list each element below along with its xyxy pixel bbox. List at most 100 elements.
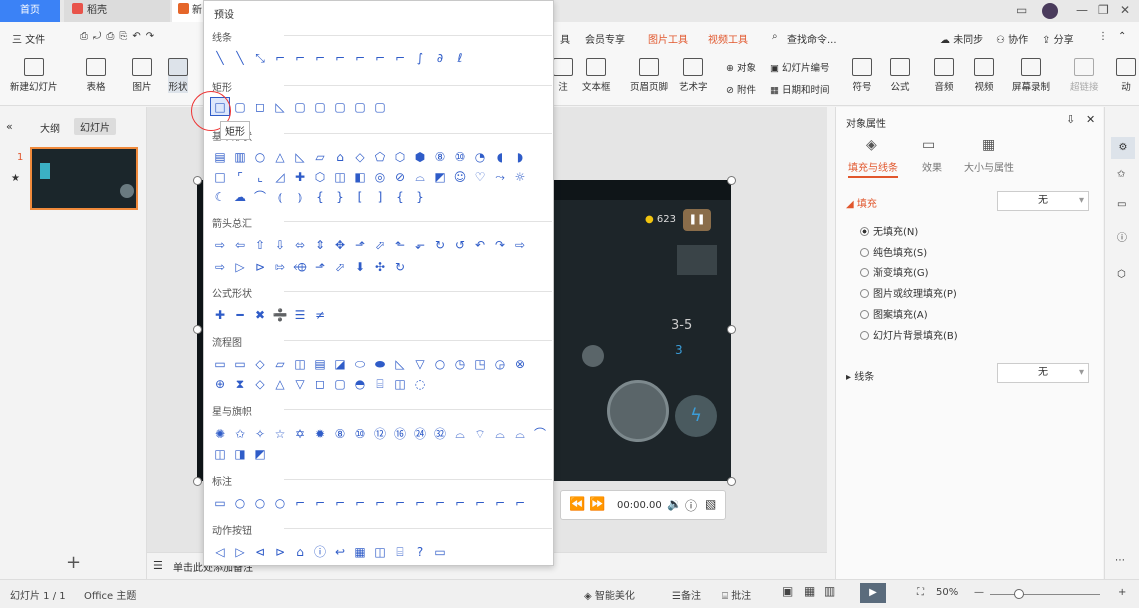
shape-option[interactable]: ▱ (270, 354, 290, 373)
shape-option[interactable]: ⌐ (350, 493, 370, 512)
screen-record-button[interactable]: 屏幕录制 (1012, 58, 1050, 93)
line-section[interactable]: ▸ 线条 (846, 368, 874, 383)
theme-name[interactable]: Office 主题 (84, 587, 136, 602)
shape-option[interactable]: ☆ (270, 424, 290, 443)
rewind-icon[interactable]: ⏪ (569, 497, 585, 512)
shape-option[interactable]: ⌐ (510, 493, 530, 512)
shape-option[interactable]: ╲ (230, 48, 250, 67)
shape-option[interactable]: ☰ (290, 305, 310, 324)
shape-option[interactable]: ◫ (370, 542, 390, 561)
shape-option[interactable]: ↩ (330, 542, 350, 561)
shape-option[interactable]: ◩ (430, 167, 450, 186)
shape-option[interactable]: ⇕ (310, 235, 330, 254)
shape-option[interactable]: } (410, 187, 430, 206)
shape-option[interactable]: ⌐ (370, 493, 390, 512)
shape-option[interactable]: △ (270, 147, 290, 166)
tab-fill-line[interactable]: 填充与线条 (848, 159, 898, 178)
shape-option[interactable]: ♡ (470, 167, 490, 186)
restore-icon[interactable]: ❐ (1098, 3, 1109, 17)
share-button[interactable]: ⇪ 分享 (1042, 31, 1074, 46)
shape-option[interactable]: ▷ (230, 542, 250, 561)
shape-option[interactable]: ⌐ (370, 48, 390, 67)
shape-option[interactable]: ◷ (450, 354, 470, 373)
shape-option[interactable]: ⑫ (370, 424, 390, 443)
attach-button[interactable]: ⊘ 附件 (726, 82, 756, 96)
shape-option[interactable]: ◇ (250, 374, 270, 393)
shape-button[interactable]: 形状 (168, 58, 188, 93)
radio-no-fill[interactable]: 无填充(N) (860, 223, 918, 238)
shape-option[interactable]: ▭ (430, 542, 450, 561)
slide-rail-icon[interactable]: ▭ (1117, 199, 1126, 210)
shape-option[interactable]: ⬠ (370, 147, 390, 166)
shape-option[interactable]: ▢ (330, 97, 350, 116)
more-dots-icon[interactable]: ⋯ (1115, 555, 1125, 566)
shape-option[interactable]: ✹ (310, 424, 330, 443)
wordart-button[interactable]: 艺术字 (679, 58, 708, 93)
header-footer-button[interactable]: 页眉页脚 (630, 58, 668, 93)
shape-option[interactable]: ⌐ (390, 48, 410, 67)
zoom-slider[interactable] (990, 594, 1100, 595)
shape-option[interactable]: ◔ (470, 147, 490, 166)
tab-docer[interactable]: 稻壳 (64, 0, 170, 22)
menu-picture-tools[interactable]: 图片工具 (648, 31, 688, 46)
shape-option[interactable]: ⌂ (290, 542, 310, 561)
shape-option[interactable]: ⇦ (230, 235, 250, 254)
menu-file[interactable]: 三 文件 (12, 31, 45, 46)
shape-option[interactable]: ⊲ (250, 542, 270, 561)
resize-handle-r[interactable] (727, 325, 736, 334)
shape-option[interactable]: ◓ (350, 374, 370, 393)
shape-option[interactable]: ✣ (370, 257, 390, 276)
shape-option[interactable]: ☾ (210, 187, 230, 206)
shape-option[interactable]: ⬑ (390, 235, 410, 254)
shape-option[interactable]: ✡ (290, 424, 310, 443)
shape-option[interactable]: ⧗ (230, 374, 250, 393)
shape-option[interactable]: ↶ (470, 235, 490, 254)
layout-icon[interactable]: ▭ (1016, 3, 1027, 17)
quick-toolbar-icons[interactable]: ⎙⤾⎙⎘↶↷ (80, 31, 159, 42)
shape-option[interactable]: ] (370, 187, 390, 206)
shape-option[interactable]: ↻ (430, 235, 450, 254)
shape-option[interactable]: ◌ (410, 374, 430, 393)
table-button[interactable]: 表格 (86, 58, 106, 93)
shape-option[interactable]: ⌔ (470, 424, 490, 443)
more-icon[interactable]: ⋮ (1098, 31, 1108, 42)
shape-option[interactable]: ⌒ (530, 424, 550, 443)
collapse-panel-icon[interactable]: « (6, 120, 13, 133)
shape-option[interactable]: ✚ (210, 305, 230, 324)
radio-gradient-fill[interactable]: 渐变填充(G) (860, 264, 929, 279)
resize-handle-br[interactable] (727, 477, 736, 486)
shape-option[interactable]: ⑩ (350, 424, 370, 443)
shape-option[interactable]: ⬐ (410, 235, 430, 254)
resize-handle-tr[interactable] (727, 176, 736, 185)
shape-option[interactable]: ◗ (510, 147, 530, 166)
video-button[interactable]: 视频 (974, 58, 994, 93)
comment-button[interactable]: ⌸ 批注 (722, 587, 751, 602)
shape-option[interactable]: ✖ (250, 305, 270, 324)
shape-option[interactable]: ⌐ (350, 48, 370, 67)
shape-option[interactable]: ◨ (230, 444, 250, 463)
shape-option[interactable]: ◺ (390, 354, 410, 373)
shape-option[interactable]: ▭ (230, 354, 250, 373)
shape-option[interactable]: ◇ (250, 354, 270, 373)
picture-button[interactable]: 图片 (132, 58, 152, 93)
shape-option[interactable]: ◶ (490, 354, 510, 373)
radio-bg-fill[interactable]: 幻灯片背景填充(B) (860, 327, 958, 342)
shape-option[interactable]: ⬬ (370, 354, 390, 373)
shape-option[interactable]: ✥ (330, 235, 350, 254)
minimize-icon[interactable]: — (1076, 3, 1088, 17)
shape-option[interactable]: ⌐ (270, 48, 290, 67)
avatar[interactable] (1042, 3, 1058, 19)
play-icon[interactable]: ▶ (860, 583, 886, 603)
shape-option[interactable]: ▱ (310, 147, 330, 166)
shape-option[interactable]: ○ (230, 493, 250, 512)
cube-icon[interactable]: ⬡ (1117, 269, 1126, 280)
shape-option[interactable]: ◖ (490, 147, 510, 166)
symbol-button[interactable]: 符号 (852, 58, 872, 93)
normal-view-icon[interactable]: ▣ (782, 584, 793, 598)
shape-option[interactable]: ➗ (270, 305, 290, 324)
slide-number-button[interactable]: ▣ 幻灯片编号 (770, 60, 830, 74)
shape-option[interactable]: ⇨ (510, 235, 530, 254)
shape-option[interactable]: ⤡ (250, 48, 270, 67)
tab-home[interactable]: 首页 (0, 0, 60, 22)
menu-video-tools[interactable]: 视频工具 (708, 31, 748, 46)
